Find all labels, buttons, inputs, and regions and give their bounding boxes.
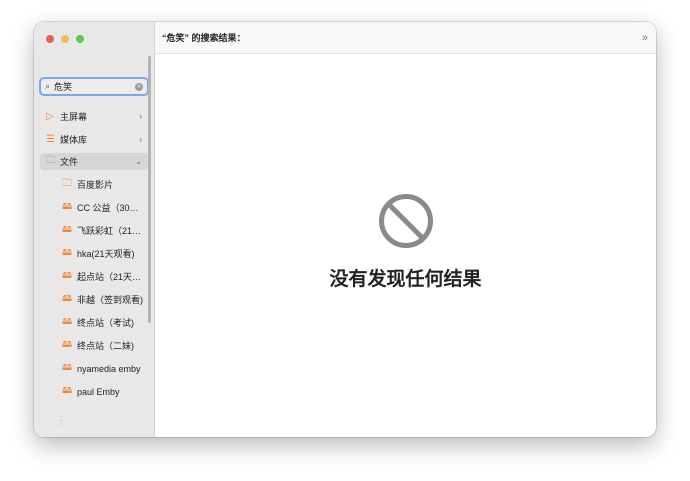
server-icon: 🖴 [62,201,73,212]
sidebar-item-source[interactable]: 🖴 CC 公益（30… [40,199,148,216]
folder-icon: 🗀 [62,178,72,189]
sidebar-item-source[interactable]: 🖴 终点站（考试) [40,314,148,331]
sidebar-item-home[interactable]: ▷ 主屏幕 › [40,108,148,125]
sidebar-item-files[interactable]: 🗀 文件 ⌄ [40,153,148,170]
server-icon: 🖴 [62,316,73,327]
sidebar-item-label: 起点站（21天… [77,272,142,282]
sidebar-item-label: 终点站（考试) [77,318,134,328]
search-icon: ⌕ [45,81,51,91]
sidebar: ⌕ ✕ ▷ 主屏幕 › ☰ 媒体库 › 🗀 文件 ⌄ 🗀 百度影片 🖴 CC 公益（30… 🖴 飞跃彩… [34,22,155,437]
clear-icon[interactable]: ✕ [135,82,143,91]
sidebar-scrollbar[interactable] [148,56,151,323]
sidebar-item-label: 飞跃彩虹（21… [77,226,142,236]
search-input[interactable] [54,81,125,92]
chevron-right-icon: › [139,112,142,121]
sidebar-item-source[interactable]: 🗀 百度影片 [40,176,148,193]
search-field[interactable]: ⌕ ✕ [39,77,149,96]
sidebar-item-label: paul Emby [77,386,120,397]
sidebar-item-source[interactable]: 🖴 paul Emby [40,383,148,400]
minimize-button[interactable] [61,35,69,43]
sidebar-item-label: nyamedia emby [77,363,141,374]
chevron-double-right-icon[interactable]: » [642,32,648,44]
server-icon: 🖴 [62,385,73,396]
folder-icon: 🗀 [46,155,56,166]
sidebar-item-library[interactable]: ☰ 媒体库 › [40,131,148,148]
sidebar-item-source[interactable]: 🖴 飞跃彩虹（21… [40,222,148,239]
page-title: “危笑” 的搜索结果： [162,33,246,43]
empty-message: 没有发现任何结果 [329,269,482,290]
sidebar-item-label: CC 公益（30… [77,203,139,213]
empty-state: 没有发现任何结果 [155,54,656,437]
server-icon: 🖴 [62,339,73,350]
sidebar-item-label: 终点站（二妹) [77,341,134,351]
sidebar-item-label: 百度影片 [77,180,114,190]
chevron-right-icon: › [139,135,142,144]
prohibited-icon [379,194,433,248]
sidebar-item-label: 文件 [60,157,79,167]
sidebar-item-label: hka(21天观看) [77,249,135,259]
sidebar-item-source[interactable]: 🖴 非越（签到观看) [40,291,148,308]
title-bar: “危笑” 的搜索结果： » [155,22,656,54]
sidebar-item-source[interactable]: 🖴 起点站（21天… [40,268,148,285]
sidebar-item-label: 主屏幕 [60,112,88,122]
resize-handle-icon[interactable]: · · · [60,413,63,429]
server-icon: 🖴 [62,247,73,258]
library-icon: ☰ [46,134,55,145]
server-icon: 🖴 [62,293,73,304]
sidebar-item-label: 非越（签到观看) [77,295,143,305]
server-icon: 🖴 [62,362,73,373]
server-icon: 🖴 [62,224,73,235]
chevron-down-icon: ⌄ [135,157,142,166]
zoom-button[interactable] [76,35,84,43]
play-icon: ▷ [46,111,54,122]
close-button[interactable] [46,35,54,43]
traffic-lights [46,35,84,43]
sidebar-item-source[interactable]: 🖴 nyamedia emby [40,360,148,377]
sidebar-item-label: 媒体库 [60,135,88,145]
server-icon: 🖴 [62,270,73,281]
sidebar-item-source[interactable]: 🖴 hka(21天观看) [40,245,148,262]
app-window: ⌕ ✕ ▷ 主屏幕 › ☰ 媒体库 › 🗀 文件 ⌄ 🗀 百度影片 🖴 CC 公益（30… 🖴 飞跃彩… [34,22,656,437]
sidebar-item-source[interactable]: 🖴 终点站（二妹) [40,337,148,354]
